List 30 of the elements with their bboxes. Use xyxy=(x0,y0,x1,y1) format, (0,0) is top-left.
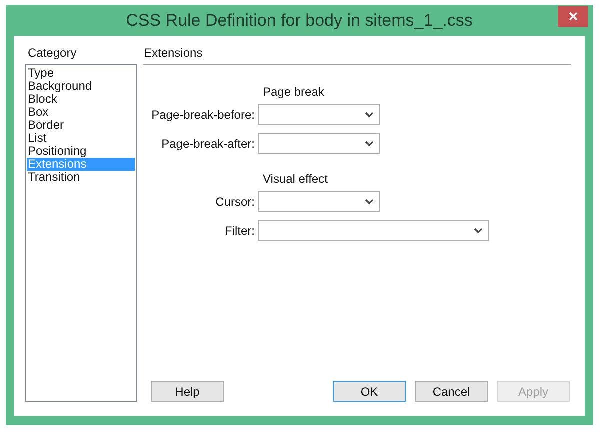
category-item[interactable]: Transition xyxy=(27,171,135,184)
category-item[interactable]: Box xyxy=(27,106,135,119)
field-label: Filter: xyxy=(224,222,256,240)
chevron-down-icon xyxy=(365,112,374,118)
close-icon xyxy=(568,12,578,21)
dialog-button[interactable]: OK xyxy=(333,381,406,402)
chevron-down-icon xyxy=(365,198,374,204)
group-heading: Page break xyxy=(263,85,326,100)
dialog-button[interactable]: Cancel xyxy=(415,381,488,402)
dropdown-field[interactable] xyxy=(258,104,380,125)
field-label: Page-break-before: xyxy=(150,106,256,124)
category-item[interactable]: Block xyxy=(27,93,135,106)
window-title: CSS Rule Definition for body in sitems_1_.css xyxy=(126,10,473,32)
category-item[interactable]: Background xyxy=(27,80,135,93)
close-button[interactable] xyxy=(558,6,588,27)
field-label: Page-break-after: xyxy=(160,136,256,152)
dropdown-field[interactable] xyxy=(258,220,489,241)
dropdown-field[interactable] xyxy=(258,133,380,154)
category-item[interactable]: Positioning xyxy=(27,145,135,158)
category-item[interactable]: Type xyxy=(27,67,135,80)
dropdown-field[interactable] xyxy=(258,191,380,212)
chevron-down-icon xyxy=(474,228,483,234)
help-button[interactable]: Help xyxy=(151,381,224,402)
panel-title: Extensions xyxy=(143,46,204,61)
category-label: Category xyxy=(27,46,78,61)
category-item[interactable]: List xyxy=(27,132,135,145)
group-heading: Visual effect xyxy=(263,172,329,187)
category-item[interactable]: Border xyxy=(27,119,135,132)
field-label: Cursor: xyxy=(214,194,256,210)
chevron-down-icon xyxy=(365,140,374,146)
